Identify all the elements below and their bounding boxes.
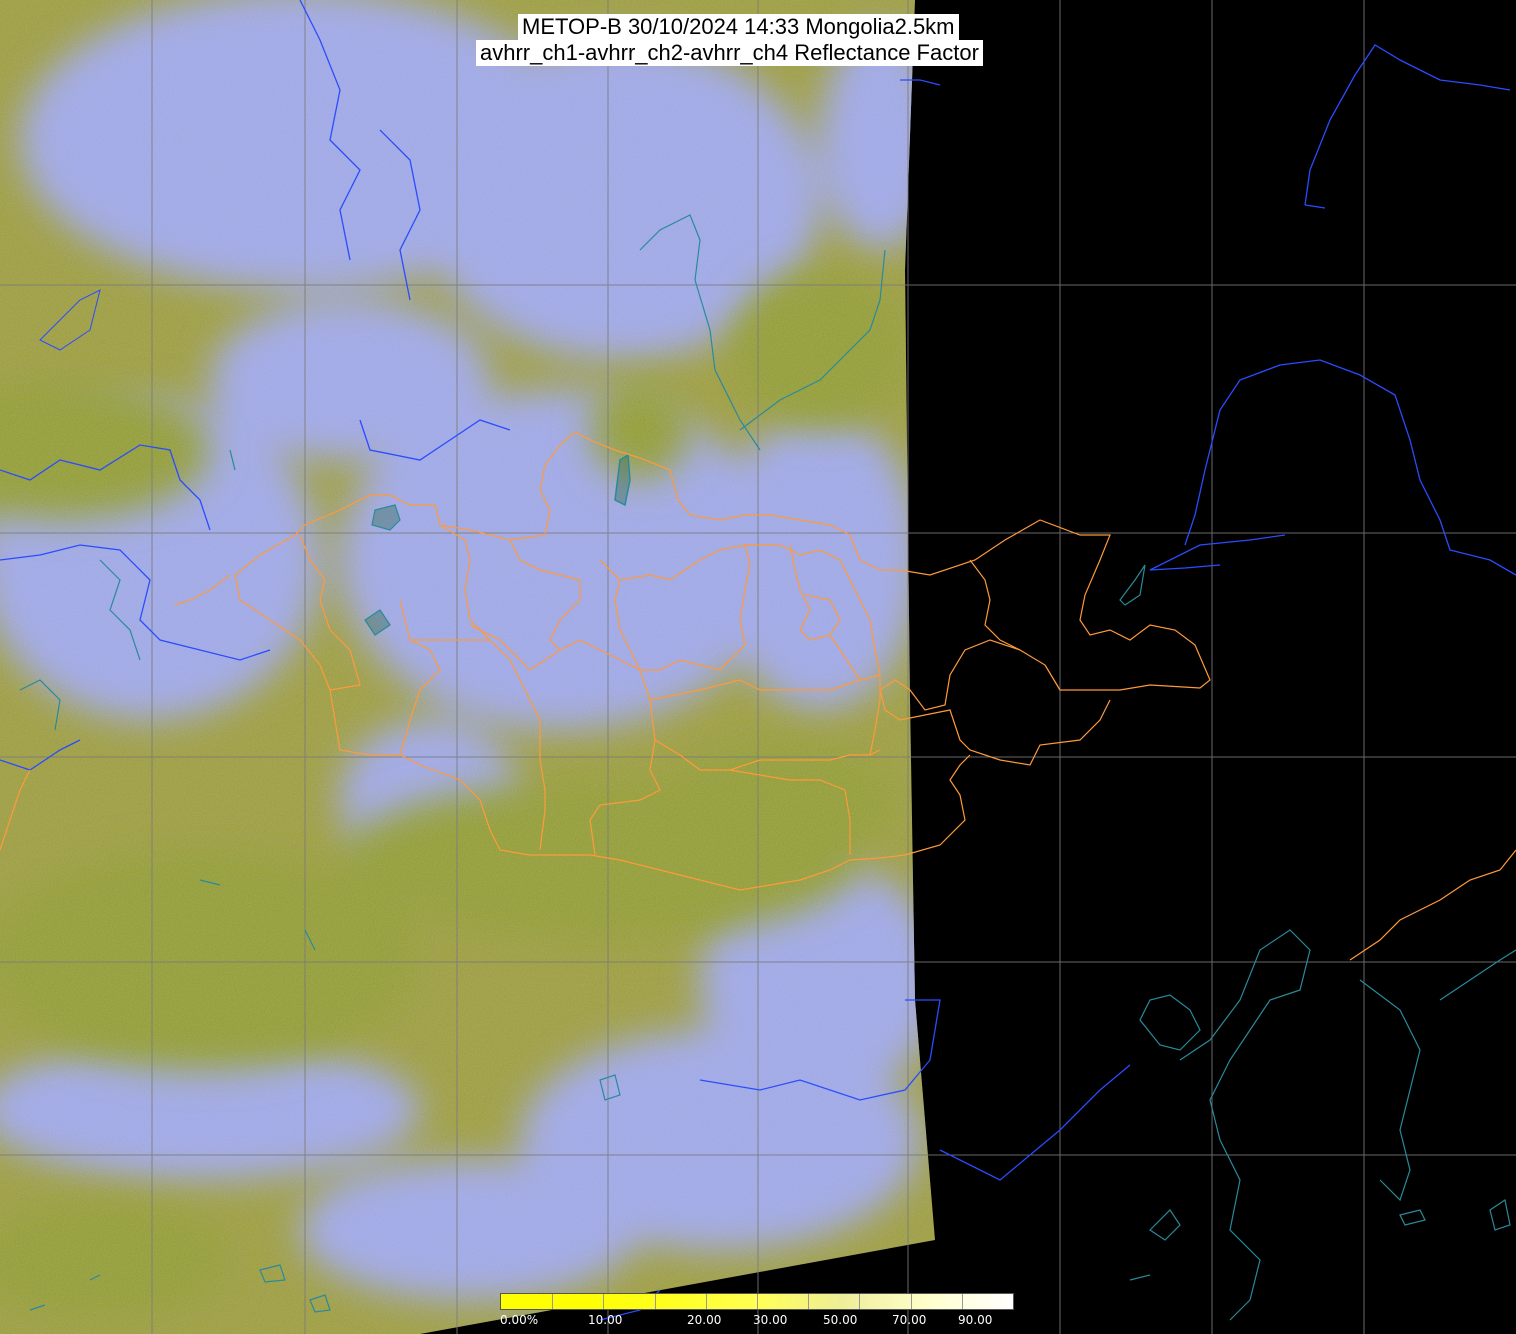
colorbar-tick (705, 1294, 707, 1309)
colorbar-tick (603, 1294, 605, 1309)
satellite-swath (0, 0, 935, 1334)
colorbar (500, 1293, 1014, 1310)
colorbar-label: 70.00 (892, 1313, 927, 1327)
colorbar-tick (808, 1294, 810, 1309)
map-title: METOP-B 30/10/2024 14:33 Mongolia2.5km (518, 14, 959, 40)
colorbar-label: 90.00 (958, 1313, 993, 1327)
map-subtitle: avhrr_ch1-avhrr_ch2-avhrr_ch4 Reflectanc… (476, 40, 983, 66)
colorbar-tick (552, 1294, 554, 1309)
colorbar-label: 0.00% (500, 1313, 539, 1327)
colorbar-label: 30.00 (753, 1313, 788, 1327)
colorbar-tick (757, 1294, 758, 1309)
colorbar-tick (654, 1294, 656, 1309)
colorbar-tick (910, 1294, 912, 1309)
colorbar-label: 20.00 (687, 1313, 722, 1327)
colorbar-tick (859, 1294, 861, 1309)
satellite-map (0, 0, 1516, 1334)
colorbar-label: 50.00 (823, 1313, 858, 1327)
colorbar-label: 10.00 (588, 1313, 623, 1327)
colorbar-tick (961, 1294, 963, 1309)
